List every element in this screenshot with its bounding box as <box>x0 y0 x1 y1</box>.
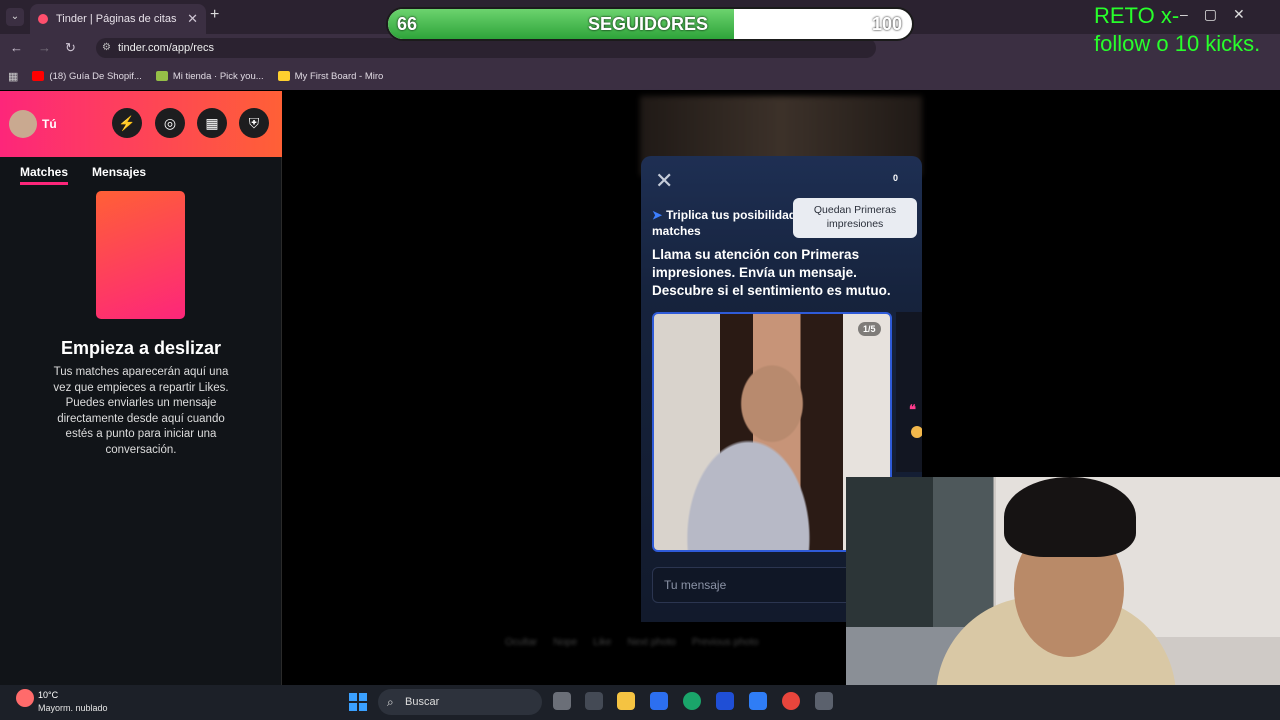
sidebar-tabs: Matches Mensajes <box>20 165 146 185</box>
explore-icon[interactable]: ◎ <box>155 108 185 138</box>
progress-max: 100 <box>871 14 902 34</box>
send-icon: ➤ <box>652 208 663 222</box>
editor-icon[interactable] <box>749 692 767 710</box>
progress-current: 66 <box>397 14 418 34</box>
challenge-line-2: follow o 10 kicks. <box>1094 31 1261 56</box>
tab-title: Tinder | Páginas de citas <box>56 13 177 25</box>
challenge-line-1: RETO x- <box>1094 3 1180 28</box>
miro-icon <box>277 71 290 81</box>
url-field[interactable]: ⚙ tinder.com/app/recs <box>96 38 876 58</box>
edge-icon[interactable] <box>683 692 701 710</box>
shopify-icon <box>155 71 168 81</box>
tab-matches[interactable]: Matches <box>20 165 69 185</box>
taskbar-search[interactable]: ⌕ Buscar <box>378 689 542 715</box>
hint-item: Like <box>593 637 612 648</box>
avatar[interactable] <box>9 110 37 138</box>
keyboard-hints: Ocultar Nope Like Next photo Previous ph… <box>505 637 845 653</box>
followers-progress-bar: 66 SEGUIDORES 100 <box>386 7 914 41</box>
apps-grid-icon[interactable]: ▦ <box>8 70 18 83</box>
next-card-peek[interactable] <box>896 312 922 472</box>
store-icon[interactable] <box>650 692 668 710</box>
photo-counter: 1/5 <box>858 322 881 336</box>
bookmark-item[interactable]: (18) Guía De Shopif... <box>32 71 142 82</box>
task-view-icon[interactable] <box>553 692 571 710</box>
weather-icon[interactable] <box>16 689 34 707</box>
first-impressions-count: 0 <box>893 173 899 183</box>
hint-item: Previous photo <box>691 637 759 648</box>
remaining-tooltip: Quedan Primeras impresiones <box>793 198 917 238</box>
chrome-icon[interactable] <box>782 692 800 710</box>
settings-gear-icon[interactable] <box>815 692 833 710</box>
youtube-icon <box>32 71 45 81</box>
bookmark-item[interactable]: My First Board - Miro <box>277 71 383 82</box>
quote-icon: ❝ <box>909 402 916 417</box>
progress-label: SEGUIDORES <box>588 14 709 34</box>
search-icon: ⌕ <box>387 695 394 709</box>
new-tab-button[interactable]: + <box>210 6 219 24</box>
hint-item: Next photo <box>627 637 676 648</box>
site-info-icon[interactable]: ⚙ <box>102 38 111 58</box>
browser-tab[interactable]: Tinder | Páginas de citas ✕ <box>30 4 206 34</box>
webcam-overlay <box>846 477 1280 720</box>
file-explorer-icon[interactable] <box>617 692 635 710</box>
bookmark-item[interactable]: Mi tienda · Pick you... <box>155 71 264 82</box>
bookmarks-bar: ▦ (18) Guía De Shopif... Mi tienda · Pic… <box>0 62 1280 90</box>
tinder-favicon-icon <box>38 14 48 24</box>
back-button[interactable]: ← <box>10 40 23 55</box>
challenge-text: RETO x- follow o 10 kicks. <box>1094 2 1280 58</box>
hint-item: Ocultar <box>505 637 538 648</box>
profile-label[interactable]: Tú <box>42 117 57 131</box>
close-icon[interactable]: ✕ <box>655 168 673 194</box>
malwarebytes-icon[interactable] <box>716 692 734 710</box>
weather-description[interactable]: Mayorm. nublado <box>38 703 108 713</box>
safety-shield-icon[interactable]: ⛨ <box>239 108 269 138</box>
tab-search-menu-button[interactable]: ⌄ <box>6 8 24 26</box>
url-text: tinder.com/app/recs <box>118 42 214 54</box>
matches-sidebar: Tú ⚡ ◎ ▦ ⛨ Matches Mensajes Empieza a de… <box>0 91 282 685</box>
tab-close-icon[interactable]: ✕ <box>187 11 198 27</box>
windows-taskbar <box>0 685 1280 720</box>
empty-match-card <box>96 191 185 319</box>
weather-temperature[interactable]: 10°C <box>38 690 58 700</box>
forward-button[interactable]: → <box>38 40 51 55</box>
empty-state-description: Tus matches aparecerán aquí una vez que … <box>53 366 229 456</box>
reload-button[interactable]: ↻ <box>65 40 76 56</box>
search-label: Buscar <box>405 696 440 708</box>
tab-messages[interactable]: Mensajes <box>92 165 146 185</box>
hint-item: Nope <box>553 637 578 648</box>
passport-icon[interactable]: ▦ <box>197 108 227 138</box>
boost-icon[interactable]: ⚡ <box>112 108 142 138</box>
emoji-icon <box>911 426 922 438</box>
empty-state-title: Empieza a deslizar <box>60 338 222 358</box>
windows-start-icon[interactable] <box>349 693 367 711</box>
app-icon[interactable] <box>585 692 603 710</box>
modal-body-text: Llama su atención con Primeras impresion… <box>652 247 891 298</box>
